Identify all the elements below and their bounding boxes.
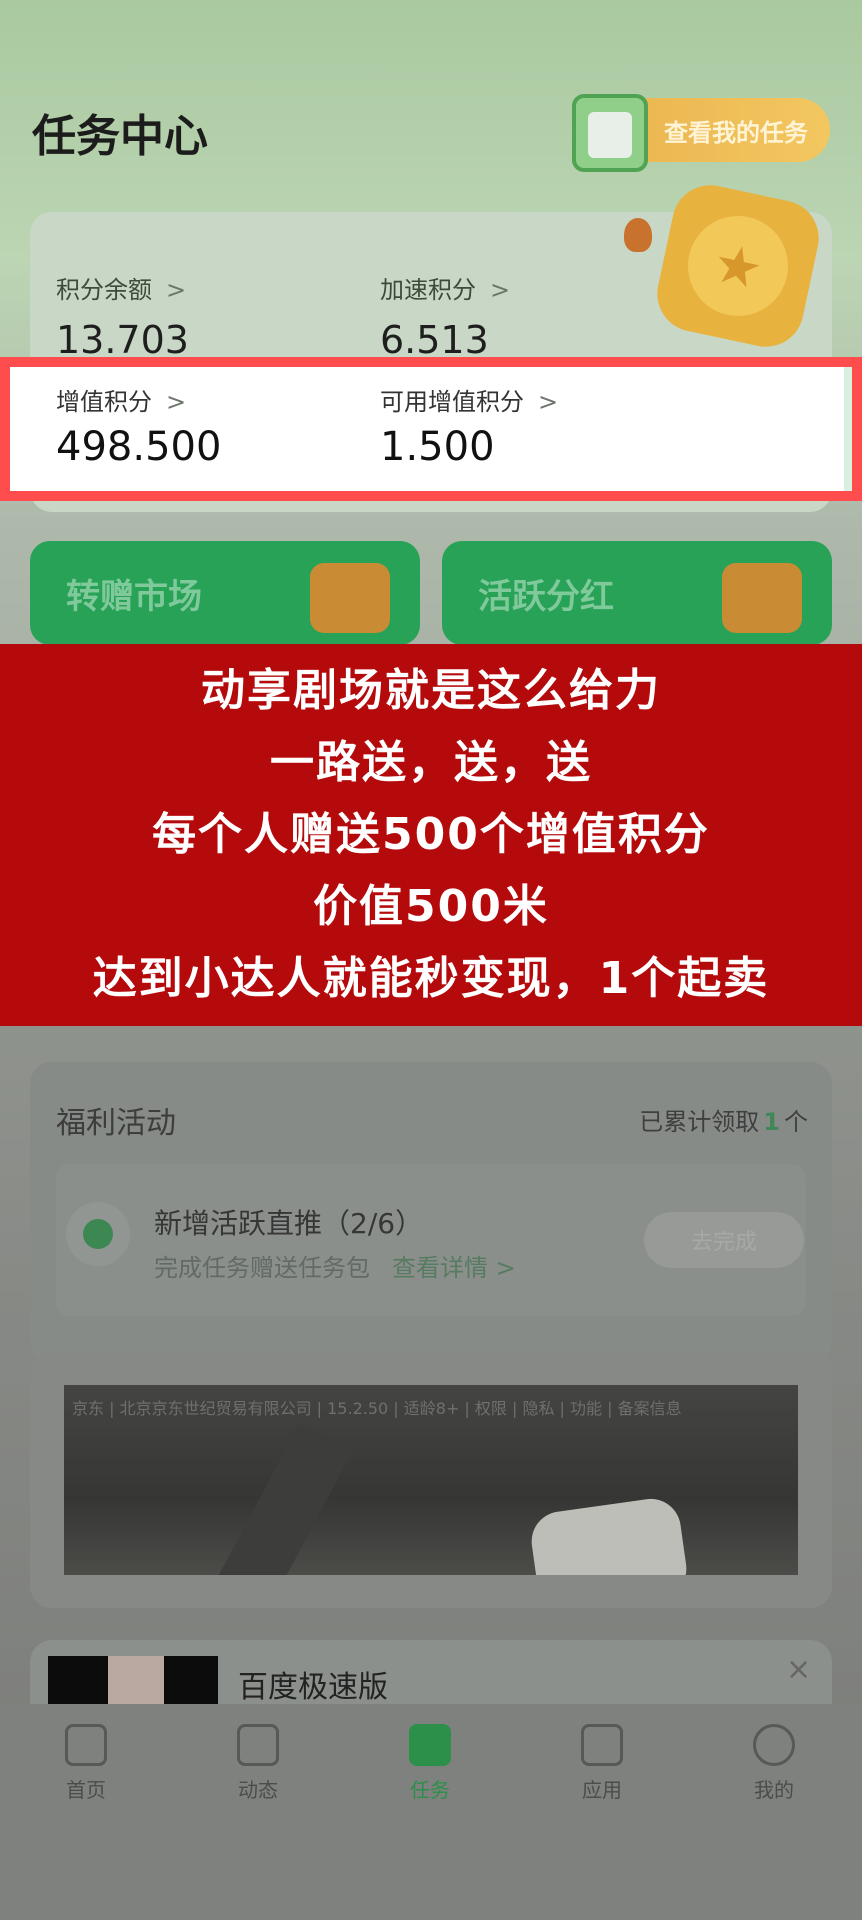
page-title: 任务中心 bbox=[32, 111, 208, 162]
banner-line: 一路送，送，送 bbox=[270, 737, 592, 788]
tab-tasks-label: 任务 bbox=[410, 1778, 450, 1802]
highlight-edge bbox=[844, 367, 852, 491]
tab-home-label: 首页 bbox=[66, 1778, 106, 1802]
tab-tasks[interactable]: 任务 bbox=[370, 1724, 490, 1814]
chevron-right-icon: > bbox=[166, 276, 187, 304]
available-label: 可用增值积分 bbox=[380, 388, 524, 416]
mascot-icon bbox=[624, 218, 652, 252]
close-icon[interactable]: × bbox=[786, 1652, 811, 1687]
task-list-icon bbox=[409, 1724, 451, 1766]
tab-feed-label: 动态 bbox=[238, 1778, 278, 1802]
value-added-value: 498.500 bbox=[56, 424, 222, 470]
document-icon bbox=[237, 1724, 279, 1766]
speed-value: 6.513 bbox=[380, 318, 489, 362]
chevron-right-icon: > bbox=[538, 388, 559, 416]
speed-label-row[interactable]: 加速积分 > bbox=[380, 270, 510, 305]
tab-feed[interactable]: 动态 bbox=[198, 1724, 318, 1814]
home-icon bbox=[65, 1724, 107, 1766]
banner-line: 价值500米 bbox=[313, 881, 549, 932]
balance-label: 积分余额 bbox=[56, 276, 152, 304]
balance-value: 13.703 bbox=[56, 318, 189, 362]
my-tasks-button[interactable]: 查看我的任务 bbox=[572, 94, 830, 172]
my-tasks-label: 查看我的任务 bbox=[664, 118, 808, 147]
active-dividend-label: 活跃分红 bbox=[478, 576, 614, 617]
banner-line: 每个人赠送500个增值积分 bbox=[152, 809, 710, 860]
tab-profile[interactable]: 我的 bbox=[714, 1724, 834, 1814]
promo-overlay-banner: 动享剧场就是这么给力 一路送，送，送 每个人赠送500个增值积分 价值500米 … bbox=[0, 644, 862, 1026]
cube-icon bbox=[581, 1724, 623, 1766]
available-label-row[interactable]: 可用增值积分 > bbox=[380, 382, 558, 417]
value-added-label-row[interactable]: 增值积分 > bbox=[56, 382, 186, 417]
tab-profile-label: 我的 bbox=[754, 1778, 794, 1802]
treasure-icon bbox=[722, 563, 802, 633]
tab-home[interactable]: 首页 bbox=[26, 1724, 146, 1814]
speed-label: 加速积分 bbox=[380, 276, 476, 304]
tab-apps[interactable]: 应用 bbox=[542, 1724, 662, 1814]
gift-box-icon bbox=[310, 563, 390, 633]
balance-label-row[interactable]: 积分余额 > bbox=[56, 270, 186, 305]
user-icon bbox=[753, 1724, 795, 1766]
chevron-right-icon: > bbox=[166, 388, 187, 416]
active-dividend-card[interactable]: 活跃分红 bbox=[442, 541, 832, 645]
banner-line: 达到小达人就能秒变现，1个起卖 bbox=[92, 953, 770, 1004]
value-added-label: 增值积分 bbox=[56, 388, 152, 416]
banner-line: 动享剧场就是这么给力 bbox=[201, 665, 661, 716]
chevron-right-icon: > bbox=[490, 276, 511, 304]
clipboard-icon bbox=[572, 94, 648, 172]
transfer-market-card[interactable]: 转赠市场 bbox=[30, 541, 420, 645]
tab-apps-label: 应用 bbox=[582, 1778, 622, 1802]
news-title: 百度极速版 bbox=[238, 1670, 388, 1705]
transfer-market-label: 转赠市场 bbox=[66, 576, 202, 617]
available-value: 1.500 bbox=[380, 424, 495, 470]
